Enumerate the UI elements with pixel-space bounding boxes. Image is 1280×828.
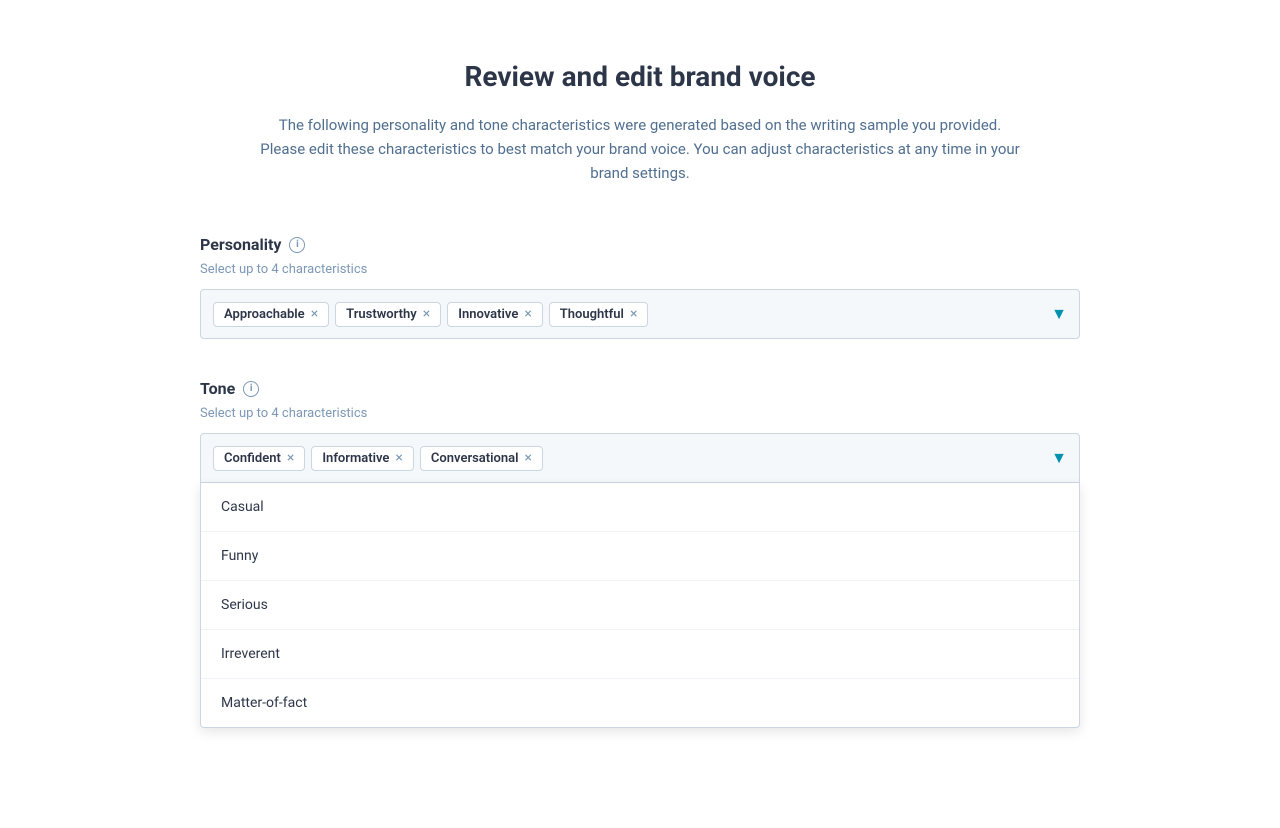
tag-conversational: Conversational × <box>420 446 543 471</box>
personality-chevron-icon: ▼ <box>1051 304 1067 324</box>
tag-innovative-label: Innovative <box>458 307 518 322</box>
tag-innovative: Innovative × <box>447 302 543 327</box>
tag-informative: Informative × <box>311 446 414 471</box>
tag-confident-remove[interactable]: × <box>287 451 294 465</box>
tag-thoughtful-remove[interactable]: × <box>630 307 637 321</box>
personality-info-icon[interactable]: i <box>289 237 305 253</box>
dropdown-item-serious[interactable]: Serious <box>201 581 1079 630</box>
tag-conversational-label: Conversational <box>431 451 519 466</box>
tone-section: Tone i Select up to 4 characteristics Co… <box>200 379 1080 728</box>
tag-conversational-remove[interactable]: × <box>525 451 532 465</box>
tone-header: Tone i <box>200 379 1080 398</box>
personality-subtitle: Select up to 4 characteristics <box>200 262 1080 277</box>
tag-trustworthy: Trustworthy × <box>335 302 441 327</box>
tag-approachable-remove[interactable]: × <box>311 307 318 321</box>
dropdown-item-matter-of-fact[interactable]: Matter-of-fact <box>201 679 1079 727</box>
page-description: The following personality and tone chara… <box>260 113 1020 185</box>
tag-thoughtful: Thoughtful × <box>549 302 649 327</box>
personality-tags-container: Approachable × Trustworthy × Innovative … <box>213 302 1043 327</box>
tone-subtitle: Select up to 4 characteristics <box>200 406 1080 421</box>
tag-trustworthy-remove[interactable]: × <box>423 307 430 321</box>
tone-dropdown-list: Casual Funny Serious Irreverent Matter-o… <box>200 483 1080 728</box>
tag-informative-label: Informative <box>322 451 389 466</box>
tag-confident-label: Confident <box>224 451 281 466</box>
personality-multiselect[interactable]: Approachable × Trustworthy × Innovative … <box>200 289 1080 339</box>
personality-header: Personality i <box>200 235 1080 254</box>
page-title: Review and edit brand voice <box>200 60 1080 93</box>
tone-title: Tone <box>200 379 235 398</box>
dropdown-item-casual[interactable]: Casual <box>201 483 1079 532</box>
dropdown-item-irreverent[interactable]: Irreverent <box>201 630 1079 679</box>
tag-approachable-label: Approachable <box>224 307 305 322</box>
personality-title: Personality <box>200 235 281 254</box>
tone-multiselect[interactable]: Confident × Informative × Conversational… <box>200 433 1080 483</box>
tag-approachable: Approachable × <box>213 302 329 327</box>
tone-chevron-icon: ▼ <box>1051 448 1067 468</box>
page-container: Review and edit brand voice The followin… <box>160 0 1120 828</box>
tag-innovative-remove[interactable]: × <box>524 307 531 321</box>
tag-thoughtful-label: Thoughtful <box>560 307 624 322</box>
tone-info-icon[interactable]: i <box>243 381 259 397</box>
tag-trustworthy-label: Trustworthy <box>346 307 417 322</box>
personality-section: Personality i Select up to 4 characteris… <box>200 235 1080 339</box>
dropdown-item-funny[interactable]: Funny <box>201 532 1079 581</box>
tone-tags-container: Confident × Informative × Conversational… <box>213 446 1043 471</box>
tag-informative-remove[interactable]: × <box>395 451 402 465</box>
tag-confident: Confident × <box>213 446 305 471</box>
